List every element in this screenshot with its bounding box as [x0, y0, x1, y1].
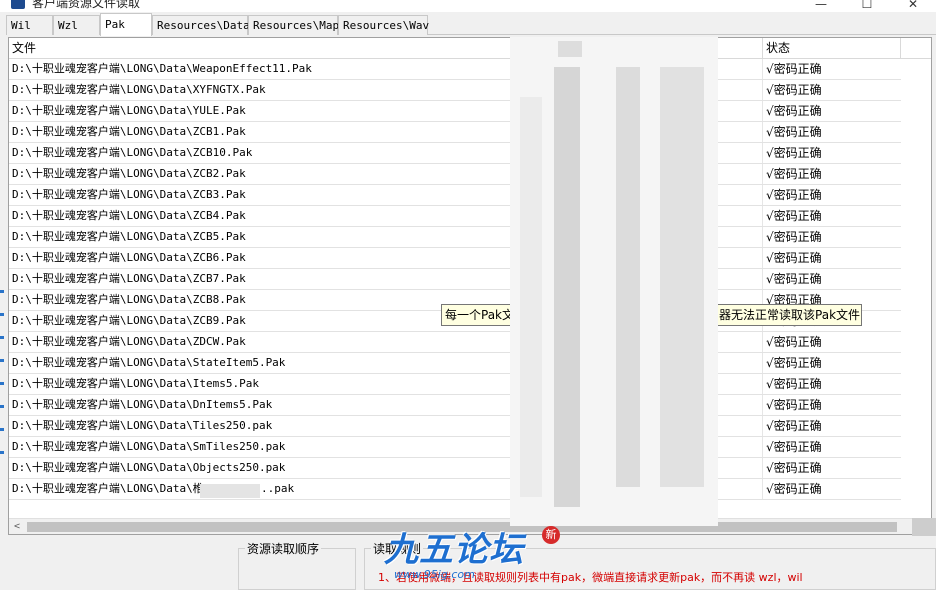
- tab-resources-wav[interactable]: Resources\Wav: [338, 15, 429, 35]
- table-row[interactable]: D:\十职业魂宠客户端\LONG\Data\ZCB10.Pak √密码正确: [9, 143, 901, 164]
- tooltip-text-start: 每一个Pak文: [445, 308, 515, 322]
- status-cell: √密码正确: [766, 251, 822, 265]
- file-path-cell: D:\十职业魂宠客户端\LONG\Data\XYFNGTX.Pak: [12, 83, 266, 96]
- status-cell: √密码正确: [766, 482, 822, 496]
- file-path-cell: D:\十职业魂宠客户端\LONG\Data\ZCB9.Pak: [12, 314, 246, 327]
- status-cell: √密码正确: [766, 440, 822, 454]
- status-cell: √密码正确: [766, 83, 822, 97]
- file-path-cell: D:\十职业魂宠客户端\LONG\Data\StateItem5.Pak: [12, 356, 286, 369]
- table-row[interactable]: D:\十职业魂宠客户端\LONG\Data\Objects250.pak √密码正…: [9, 458, 901, 479]
- tab-pak[interactable]: Pak: [100, 13, 152, 36]
- table-row[interactable]: D:\十职业魂宠客户端\LONG\Data\SmTiles250.pak √密码正…: [9, 437, 901, 458]
- file-path-cell: D:\十职业魂宠客户端\LONG\Data\SmTiles250.pak: [12, 440, 286, 453]
- file-path-cell: D:\十职业魂宠客户端\LONG\Data\ZCB6.Pak: [12, 251, 246, 264]
- table-row[interactable]: D:\十职业魂宠客户端\LONG\Data\Tiles250.pak √密码正确: [9, 416, 901, 437]
- file-path-cell: D:\十职业魂宠客户端\LONG\Data\ZCB8.Pak: [12, 293, 246, 306]
- window-title: 客户端资源文件读取: [32, 0, 141, 10]
- list-rows: D:\十职业魂宠客户端\LONG\Data\WeaponEffect11.Pak…: [9, 59, 901, 500]
- table-row[interactable]: D:\十职业魂宠客户端\LONG\Data\ZCB6.Pak √密码正确: [9, 248, 901, 269]
- redacted-filename: [200, 484, 260, 498]
- file-path-cell: D:\十职业魂宠客户端\LONG\Data\ZCB5.Pak: [12, 230, 246, 243]
- status-cell: √密码正确: [766, 167, 822, 181]
- file-path-suffix: ..pak: [261, 482, 295, 495]
- redacted-region: [510, 37, 718, 526]
- status-cell: √密码正确: [766, 272, 822, 286]
- list-header: 文件 状态: [9, 38, 931, 59]
- status-cell: √密码正确: [766, 461, 822, 475]
- file-path-cell: D:\十职业魂宠客户端\LONG\Data\ZDCW.Pak: [12, 335, 246, 348]
- maximize-button[interactable]: ☐: [844, 0, 890, 12]
- status-cell: √密码正确: [766, 335, 822, 349]
- file-path-cell: D:\十职业魂宠客户端\LONG\Data\YULE.Pak: [12, 104, 246, 117]
- tab-resources-data[interactable]: Resources\Data: [152, 15, 250, 35]
- file-path-cell: D:\十职业魂宠客户端\LONG\Data\Objects250.pak: [12, 461, 286, 474]
- table-row[interactable]: D:\十职业魂宠客户端\LONG\Data\ZCB4.Pak √密码正确: [9, 206, 901, 227]
- file-path-cell: D:\十职业魂宠客户端\LONG\Data\WeaponEffect11.Pak: [12, 62, 312, 75]
- status-cell: √密码正确: [766, 125, 822, 139]
- status-cell: √密码正确: [766, 419, 822, 433]
- table-row[interactable]: D:\十职业魂宠客户端\LONG\Data\Items5.Pak √密码正确: [9, 374, 901, 395]
- file-path-cell: D:\十职业魂宠客户端\LONG\Data\DnItems5.Pak: [12, 398, 273, 411]
- desktop-edge: [0, 290, 4, 530]
- table-row[interactable]: D:\十职业魂宠客户端\LONG\Data\椎 ..pak √密码正确: [9, 479, 901, 500]
- status-cell: √密码正确: [766, 146, 822, 160]
- tab-wil[interactable]: Wil: [6, 15, 53, 35]
- table-row[interactable]: D:\十职业魂宠客户端\LONG\Data\DnItems5.Pak √密码正确: [9, 395, 901, 416]
- watermark-badge: 新: [542, 526, 560, 544]
- table-row[interactable]: D:\十职业魂宠客户端\LONG\Data\XYFNGTX.Pak √密码正确: [9, 80, 901, 101]
- watermark-text: 九五论坛: [384, 530, 524, 570]
- close-button[interactable]: ✕: [890, 0, 936, 12]
- file-path-cell: D:\十职业魂宠客户端\LONG\Data\ZCB2.Pak: [12, 167, 246, 180]
- status-cell: √密码正确: [766, 62, 822, 76]
- scroll-corner: [912, 518, 936, 536]
- resource-order-label: 资源读取顺序: [245, 540, 322, 557]
- resource-order-group: 资源读取顺序: [238, 540, 356, 590]
- table-row[interactable]: D:\十职业魂宠客户端\LONG\Data\StateItem5.Pak √密码正…: [9, 353, 901, 374]
- status-cell: √密码正确: [766, 377, 822, 391]
- watermark-logo: 九五论坛 新 www.95ig.com: [370, 522, 560, 588]
- tab-strip: Wil Wzl Pak Resources\Data Resources\Map…: [6, 13, 936, 36]
- file-path-cell: D:\十职业魂宠客户端\LONG\Data\Items5.Pak: [12, 377, 259, 390]
- scroll-left-icon[interactable]: <: [9, 519, 25, 534]
- tab-resources-map[interactable]: Resources\Map: [248, 15, 339, 35]
- watermark-url: www.95ig.com: [394, 568, 475, 581]
- title-bar: 客户端资源文件读取 — ☐ ✕: [0, 0, 936, 12]
- tab-wzl[interactable]: Wzl: [53, 15, 100, 35]
- file-path-cell: D:\十职业魂宠客户端\LONG\Data\ZCB7.Pak: [12, 272, 246, 285]
- status-cell: √密码正确: [766, 104, 822, 118]
- file-path-cell: D:\十职业魂宠客户端\LONG\Data\ZCB10.Pak: [12, 146, 253, 159]
- table-row[interactable]: D:\十职业魂宠客户端\LONG\Data\ZCB2.Pak √密码正确: [9, 164, 901, 185]
- table-row[interactable]: D:\十职业魂宠客户端\LONG\Data\WeaponEffect11.Pak…: [9, 59, 901, 80]
- status-cell: √密码正确: [766, 356, 822, 370]
- table-row[interactable]: D:\十职业魂宠客户端\LONG\Data\ZDCW.Pak √密码正确: [9, 332, 901, 353]
- file-path-cell: D:\十职业魂宠客户端\LONG\Data\Tiles250.pak: [12, 419, 273, 432]
- status-cell: √密码正确: [766, 188, 822, 202]
- minimize-button[interactable]: —: [798, 0, 844, 12]
- table-row[interactable]: D:\十职业魂宠客户端\LONG\Data\ZCB7.Pak √密码正确: [9, 269, 901, 290]
- pak-file-list[interactable]: 文件 状态 D:\十职业魂宠客户端\LONG\Data\WeaponEffect…: [8, 37, 932, 535]
- table-row[interactable]: D:\十职业魂宠客户端\LONG\Data\ZCB3.Pak √密码正确: [9, 185, 901, 206]
- status-cell: √密码正确: [766, 398, 822, 412]
- column-header-status[interactable]: 状态: [763, 38, 901, 58]
- file-path-cell: D:\十职业魂宠客户端\LONG\Data\ZCB1.Pak: [12, 125, 246, 138]
- table-row[interactable]: D:\十职业魂宠客户端\LONG\Data\ZCB5.Pak √密码正确: [9, 227, 901, 248]
- status-cell: √密码正确: [766, 209, 822, 223]
- tooltip-text-end: 器无法正常读取该Pak文件: [719, 308, 861, 322]
- app-icon: [11, 0, 25, 9]
- file-path-cell: D:\十职业魂宠客户端\LONG\Data\ZCB3.Pak: [12, 188, 246, 201]
- table-row[interactable]: D:\十职业魂宠客户端\LONG\Data\YULE.Pak √密码正确: [9, 101, 901, 122]
- status-cell: √密码正确: [766, 230, 822, 244]
- table-row[interactable]: D:\十职业魂宠客户端\LONG\Data\ZCB1.Pak √密码正确: [9, 122, 901, 143]
- file-path-cell: D:\十职业魂宠客户端\LONG\Data\ZCB4.Pak: [12, 209, 246, 222]
